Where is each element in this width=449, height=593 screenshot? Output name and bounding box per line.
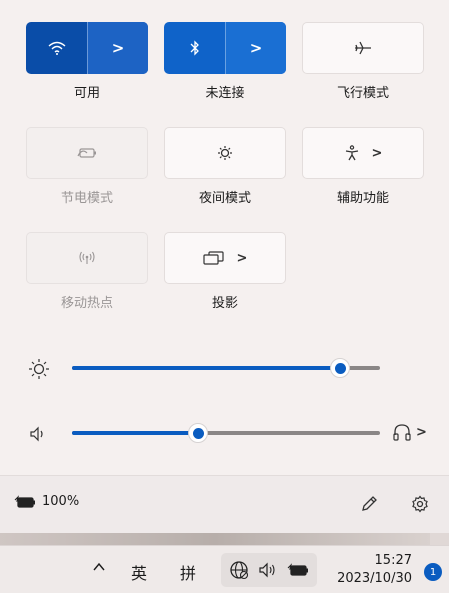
chevron-up-icon [93, 562, 105, 571]
clock-button[interactable]: 15:27 2023/10/30 [330, 552, 412, 588]
project-icon [202, 251, 225, 265]
volume-mute-button[interactable] [28, 423, 50, 445]
tile-cell-airplane: 飞行模式 [302, 22, 424, 127]
mobile-hotspot-label: 移动热点 [60, 296, 113, 311]
headphones-icon [392, 423, 412, 441]
battery-saver-icon [77, 147, 97, 159]
tile-cell-wifi: > 可用 [26, 22, 148, 127]
wifi-label: 可用 [73, 86, 100, 101]
desktop-background [0, 533, 449, 545]
volume-slider-fill [72, 431, 198, 435]
bluetooth-tile[interactable]: > [164, 22, 286, 74]
battery-percentage: 100% [42, 494, 80, 509]
brightness-slider-row [28, 356, 428, 380]
volume-slider[interactable] [72, 423, 380, 443]
tile-cell-bluetooth: > 未连接 [164, 22, 286, 127]
bluetooth-icon [190, 40, 200, 56]
bluetooth-toggle-button[interactable] [164, 22, 225, 74]
pencil-icon [360, 495, 378, 513]
battery-charging-icon [14, 494, 36, 509]
chevron-right-icon: > [371, 145, 383, 161]
speaker-icon [258, 561, 278, 579]
edit-quick-settings-button[interactable] [357, 492, 381, 516]
speaker-icon [30, 426, 43, 442]
hotspot-icon [78, 251, 96, 265]
bluetooth-label: 未连接 [205, 86, 245, 101]
battery-status[interactable]: 100% [14, 494, 79, 509]
brightness-slider-thumb[interactable] [330, 358, 350, 378]
bluetooth-expand-button[interactable]: > [225, 22, 286, 74]
airplane-mode-label: 飞行模式 [336, 86, 389, 101]
clock-date: 2023/10/30 [337, 571, 412, 586]
project-label: 投影 [211, 296, 238, 311]
ime-language-button[interactable]: 英 [131, 560, 147, 584]
show-hidden-icons-button[interactable] [92, 559, 106, 578]
airplane-icon [354, 41, 372, 55]
chevron-right-icon: > [111, 39, 125, 57]
battery-saver-label: 节电模式 [60, 191, 113, 206]
volume-slider-row: > [28, 421, 428, 445]
brightness-slider-fill [72, 366, 340, 370]
mobile-hotspot-tile[interactable] [26, 232, 148, 284]
tile-cell-project: > 投影 [164, 232, 286, 337]
brightness-slider[interactable] [72, 358, 380, 378]
airplane-mode-tile[interactable] [302, 22, 424, 74]
accessibility-label: 辅助功能 [336, 191, 389, 206]
gear-icon [411, 495, 429, 513]
volume-slider-thumb[interactable] [188, 423, 208, 443]
night-light-label: 夜间模式 [198, 191, 251, 206]
wifi-expand-button[interactable]: > [87, 22, 148, 74]
accessibility-icon [344, 145, 360, 161]
system-tray-button[interactable] [221, 553, 317, 587]
tile-cell-night-light: 夜间模式 [164, 127, 286, 232]
audio-output-button[interactable]: > [392, 423, 427, 441]
network-icon [229, 560, 249, 580]
chevron-right-icon: > [416, 424, 427, 440]
clock-time: 15:27 [374, 553, 412, 568]
accessibility-tile[interactable]: > [302, 127, 424, 179]
tile-cell-battery-saver: 节电模式 [26, 127, 148, 232]
tile-cell-accessibility: > 辅助功能 [302, 127, 424, 232]
battery-charging-icon [287, 563, 309, 577]
taskbar: 英 拼 15:27 2023/10/30 1 [0, 545, 449, 593]
brightness-icon [28, 358, 50, 380]
settings-button[interactable] [408, 492, 432, 516]
wifi-toggle-button[interactable] [26, 22, 87, 74]
wifi-icon [48, 41, 66, 55]
night-light-tile[interactable] [164, 127, 286, 179]
quick-settings-tiles: > 可用 > 未连接 飞行模式 节电模式 夜间模式 > 辅助功能 移动热点 > … [26, 22, 424, 337]
notification-badge[interactable]: 1 [424, 563, 442, 581]
battery-saver-tile[interactable] [26, 127, 148, 179]
chevron-right-icon: > [236, 250, 248, 266]
wifi-tile[interactable]: > [26, 22, 148, 74]
quick-settings-panel: > 可用 > 未连接 飞行模式 节电模式 夜间模式 > 辅助功能 移动热点 > … [0, 0, 449, 533]
tile-cell-hotspot: 移动热点 [26, 232, 148, 337]
project-tile[interactable]: > [164, 232, 286, 284]
quick-settings-footer: 100% [0, 475, 449, 533]
ime-mode-button[interactable]: 拼 [180, 560, 196, 584]
chevron-right-icon: > [249, 39, 263, 57]
night-light-icon [217, 145, 233, 161]
